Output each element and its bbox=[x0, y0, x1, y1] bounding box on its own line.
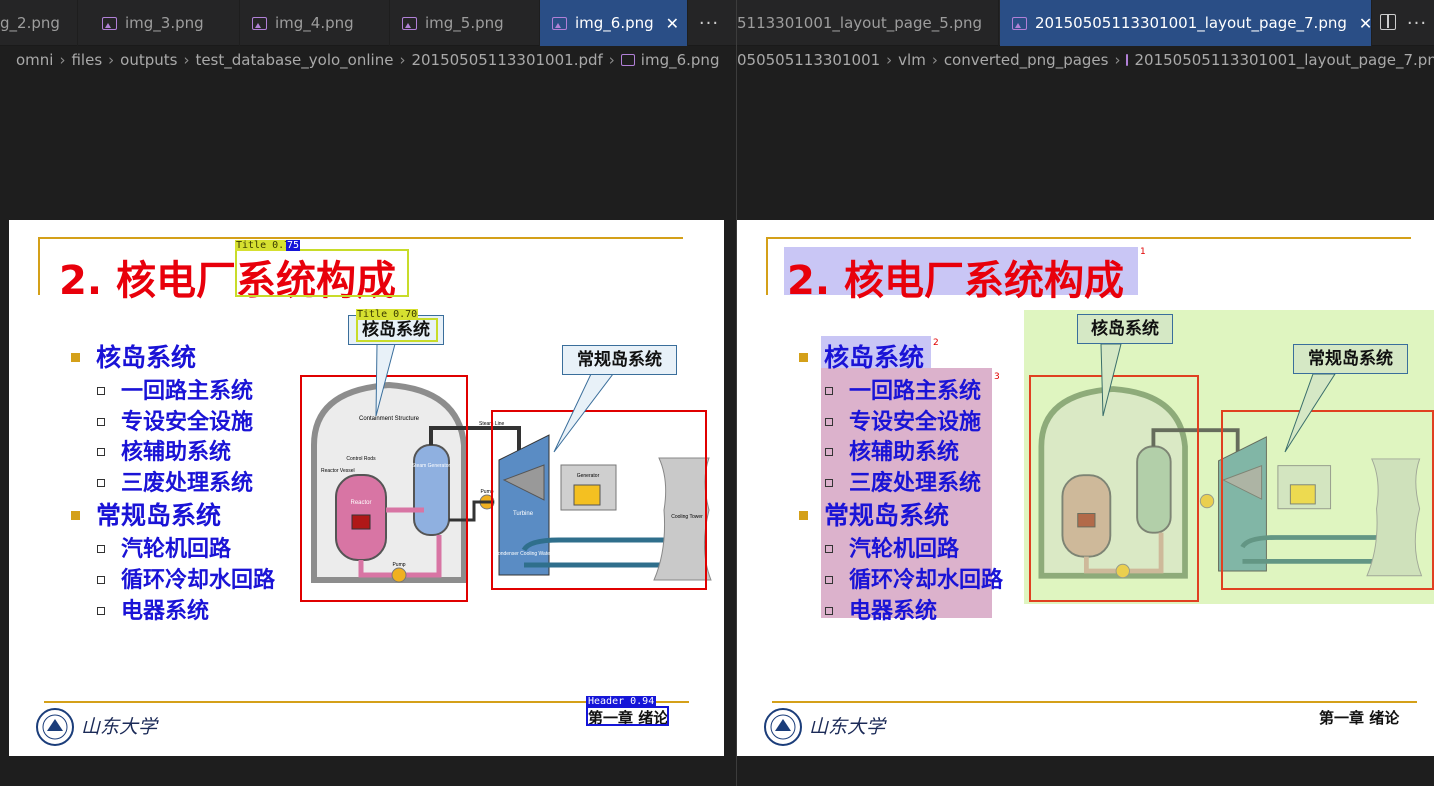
tab-img-6[interactable]: img_6.png ✕ bbox=[540, 0, 688, 46]
breadcrumb-item[interactable]: vlm bbox=[898, 51, 926, 69]
image-file-icon bbox=[402, 16, 417, 30]
close-icon[interactable]: ✕ bbox=[1359, 14, 1372, 33]
breadcrumb-item[interactable]: converted_png_pages bbox=[944, 51, 1109, 69]
image-file-icon bbox=[252, 16, 267, 30]
chevron-right-icon: › bbox=[108, 51, 115, 69]
tab-label: 5113301001_layout_page_5.png bbox=[737, 14, 983, 32]
tab-label: img_4.png bbox=[275, 14, 354, 32]
chevron-right-icon: › bbox=[608, 51, 615, 69]
tab-img-3[interactable]: img_3.png bbox=[90, 0, 240, 46]
right-editor-pane: 5113301001_layout_page_5.png 20150505113… bbox=[737, 0, 1434, 786]
callout-pointers bbox=[375, 343, 615, 453]
breadcrumb-item[interactable]: outputs bbox=[120, 51, 177, 69]
tab-label: img_6.png bbox=[575, 14, 654, 32]
university-seal-icon bbox=[36, 708, 74, 746]
university-name: 山东大学 bbox=[809, 716, 886, 738]
tab-layout-page-7[interactable]: 20150505113301001_layout_page_7.png ✕ bbox=[1000, 0, 1372, 46]
callout-pointers bbox=[1100, 343, 1336, 453]
tab-img-5[interactable]: img_5.png bbox=[390, 0, 540, 46]
close-icon[interactable]: ✕ bbox=[666, 14, 679, 33]
detection-label-subtitle: Title 0.70 bbox=[356, 309, 419, 320]
image-file-icon bbox=[620, 54, 635, 66]
callout-conventional-island: 常规岛系统 bbox=[562, 345, 677, 375]
breadcrumb-item[interactable]: 20150505113301001_layout_page_7.png bbox=[1134, 51, 1434, 69]
tab-label: 20150505113301001_layout_page_7.png bbox=[1035, 14, 1347, 32]
tab-label: img_3.png bbox=[125, 14, 204, 32]
chevron-right-icon: › bbox=[399, 51, 406, 69]
breadcrumb-item[interactable]: test_database_yolo_online bbox=[195, 51, 393, 69]
detection-box-header bbox=[586, 706, 669, 726]
tab-bar: 5113301001_layout_page_5.png 20150505113… bbox=[737, 0, 1434, 46]
more-actions-icon[interactable]: ··· bbox=[1400, 0, 1434, 46]
footer-chapter: 第一章 绪论 bbox=[1319, 709, 1400, 727]
image-file-icon bbox=[552, 16, 567, 30]
tab-img-4[interactable]: img_4.png bbox=[240, 0, 390, 46]
image-preview: 1 2 3 2. 核电厂系统构成 核岛系统 一回路主系统 专设安全设施 核辅助系… bbox=[737, 220, 1434, 756]
tab-label: g_2.png bbox=[0, 14, 60, 32]
left-editor-pane: g_2.png img_3.png img_4.png img_5.png im… bbox=[0, 0, 736, 786]
split-editor-icon[interactable] bbox=[1380, 14, 1396, 30]
detection-label-header: Header 0.94 bbox=[586, 696, 657, 707]
more-actions-icon[interactable]: ··· bbox=[690, 0, 728, 46]
breadcrumb: 050505113301001 › vlm › converted_png_page… bbox=[737, 46, 1434, 74]
detection-box-subtitle bbox=[356, 318, 438, 342]
chevron-right-icon: › bbox=[183, 51, 190, 69]
university-name: 山东大学 bbox=[81, 716, 158, 738]
tab-label: img_5.png bbox=[425, 14, 504, 32]
chevron-right-icon: › bbox=[59, 51, 66, 69]
image-file-icon bbox=[1012, 16, 1027, 30]
breadcrumb-item[interactable]: 050505113301001 bbox=[737, 51, 880, 69]
callout-conventional-island: 常规岛系统 bbox=[1293, 344, 1408, 374]
callout-nuclear-island: 核岛系统 bbox=[1077, 314, 1173, 344]
image-file-icon bbox=[1126, 54, 1129, 66]
breadcrumb-item[interactable]: img_6.png bbox=[641, 51, 720, 69]
chevron-right-icon: › bbox=[931, 51, 938, 69]
breadcrumb-item[interactable]: omni bbox=[16, 51, 53, 69]
image-file-icon bbox=[102, 16, 117, 30]
breadcrumb-item[interactable]: 20150505113301001.pdf bbox=[411, 51, 602, 69]
tab-bar: g_2.png img_3.png img_4.png img_5.png im… bbox=[0, 0, 736, 46]
footer-rule bbox=[772, 701, 1417, 703]
tab-img-2[interactable]: g_2.png bbox=[0, 0, 78, 46]
university-seal-icon bbox=[764, 708, 802, 746]
chevron-right-icon: › bbox=[886, 51, 893, 69]
tab-layout-page-5[interactable]: 5113301001_layout_page_5.png bbox=[737, 0, 999, 46]
image-preview: 2. 核电厂系统构成 Title 0.79 75 核岛系统 一回路主系统 专设安… bbox=[9, 220, 724, 756]
breadcrumb: omni › files › outputs › test_database_yolo… bbox=[0, 46, 736, 74]
chevron-right-icon: › bbox=[1114, 51, 1121, 69]
breadcrumb-item[interactable]: files bbox=[71, 51, 102, 69]
